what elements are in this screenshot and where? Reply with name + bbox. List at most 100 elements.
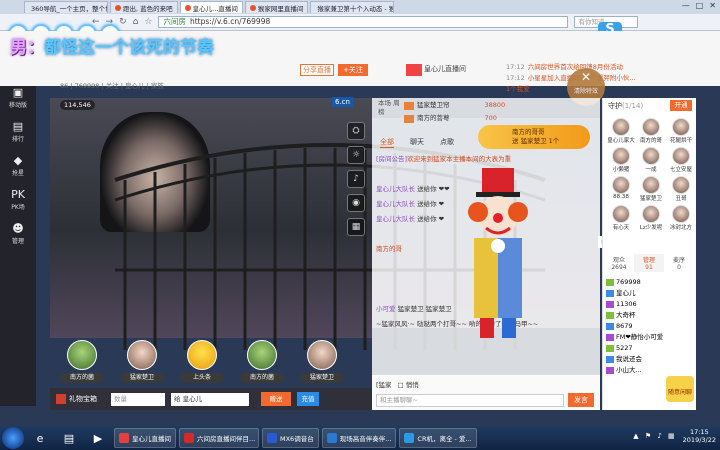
notice-item: 1个我爱 [506, 84, 706, 95]
guard-item[interactable]: 小懒猪 [606, 147, 636, 173]
rank-row[interactable]: 南方的菩萼 700 [404, 112, 544, 125]
guard-item[interactable]: Lz少发呢 [636, 205, 666, 231]
user-row[interactable]: FM❤静怡小可爱 [606, 332, 698, 343]
user-row[interactable]: 大奇杯 [606, 310, 698, 321]
song-lyric-overlay: 男：都怪这一个该死的节奏 [10, 33, 214, 58]
taskbar-app[interactable]: 皇心儿直播间 [114, 428, 176, 448]
user-row[interactable]: 11306 [606, 299, 698, 310]
video-tool-icon[interactable]: ☼ [347, 146, 365, 164]
message-author[interactable]: 小可爱 [376, 305, 396, 313]
user-list: 769998 皇心儿 11306 大奇杯 8679 FM❤静怡小可爱 5227 我说还会 小山大… [606, 277, 698, 376]
guard-item[interactable]: 88.38 [606, 176, 636, 202]
browser-tab[interactable]: 皇心儿...直播间 [179, 1, 243, 13]
maximize-button[interactable]: □ [696, 1, 704, 10]
guard-item[interactable]: 冰封北方 [666, 205, 696, 231]
share-button[interactable]: 分享直播 [300, 64, 334, 76]
browser-tab[interactable]: 猴家网里直播间 [244, 1, 309, 13]
user-row[interactable]: 我说还会 [606, 354, 698, 365]
open-guard-button[interactable]: 开通 [670, 100, 692, 111]
recipient-select[interactable]: 给 皇心儿 [171, 392, 249, 406]
message-author[interactable]: [房间公告] [376, 155, 407, 163]
home-icon[interactable]: ⌂ [133, 17, 139, 27]
chat-entry-button[interactable]: 随意闲聊 [666, 376, 694, 402]
minimize-button[interactable]: — [682, 1, 690, 10]
taskbar-app[interactable]: MX6调音台 [262, 428, 319, 448]
pinned-app-icon[interactable]: e [27, 428, 53, 448]
guard-item[interactable]: 有心天 [606, 205, 636, 231]
audience-tab[interactable]: 管理 91 [634, 254, 664, 272]
send-message-button[interactable]: 发言 [568, 393, 594, 407]
clock[interactable]: 17:15 2019/3/22 [683, 428, 716, 444]
nav-item[interactable]: ▣ 移动版 [0, 86, 36, 114]
close-window-button[interactable]: ✕ [709, 1, 716, 10]
gift-item[interactable]: 上头条 [180, 340, 224, 383]
guard-item[interactable]: 南方的哥 [636, 118, 666, 144]
tab-favicon-icon [249, 4, 256, 11]
user-name: 11306 [616, 300, 637, 308]
taskbar-app[interactable]: CR机，离全 - 爱... [399, 428, 477, 448]
send-gift-button[interactable]: 赠送 [261, 392, 291, 406]
audience-tab[interactable]: 观众 2694 [604, 254, 634, 272]
user-row[interactable]: 5227 [606, 343, 698, 354]
guard-item[interactable]: 七立安屋 [666, 147, 696, 173]
chat-input[interactable]: 和主播聊聊~ [376, 394, 564, 407]
chat-tab[interactable]: 聊天 [410, 137, 424, 148]
chat-tab[interactable]: 全部 [380, 137, 394, 148]
audience-tab[interactable]: 麦序 0 [664, 254, 694, 272]
gift-item[interactable]: 猛家楚卫 [300, 340, 344, 383]
chat-mode-select[interactable]: [猛家 [376, 379, 392, 389]
recharge-button[interactable]: 充值 [297, 392, 319, 406]
video-tool-icon[interactable]: ◉ [347, 194, 365, 212]
taskbar-app[interactable]: 六间房直播间伴目... [179, 428, 259, 448]
taskbar-app[interactable]: 现场高音伴奏伴... [321, 428, 397, 448]
quantity-input[interactable]: 数量 [111, 392, 165, 406]
pinned-app-icon[interactable]: ▤ [56, 428, 82, 448]
start-button[interactable] [2, 427, 24, 449]
message-author[interactable]: 皇心儿大队长 [376, 200, 415, 208]
refresh-icon[interactable]: ↻ [119, 17, 127, 27]
video-player[interactable] [50, 98, 372, 338]
guard-item[interactable]: 猛家楚卫 [636, 176, 666, 202]
gift-item[interactable]: 南方的菌 [240, 340, 284, 383]
star-icon[interactable]: ☆ [144, 17, 152, 27]
user-row[interactable]: 小山大... [606, 365, 698, 376]
video-tool-icon[interactable]: ⛭ [347, 122, 365, 140]
song-prefix: 男： [10, 38, 44, 58]
pinned-app-icon[interactable]: ▶ [85, 428, 111, 448]
rank-tabs[interactable]: 本场 周榜 [378, 99, 402, 117]
guard-name: 有心天 [612, 225, 630, 231]
gift-item[interactable]: 南方的菌 [60, 340, 104, 383]
guard-item[interactable]: 丑哥 [666, 176, 696, 202]
user-row[interactable]: 皇心儿 [606, 288, 698, 299]
user-row[interactable]: 8679 [606, 321, 698, 332]
tab-favicon-icon [115, 4, 121, 11]
message-author[interactable]: 皇心儿大队长 [376, 185, 415, 193]
browser-tab[interactable]: 蹬出, 蓝色的来吧 [110, 1, 178, 13]
guard-item[interactable]: 花腿烘干 [666, 118, 696, 144]
video-tool-icon[interactable]: ▦ [347, 218, 365, 236]
nav-item[interactable]: ▤ 排行 [0, 120, 36, 148]
follow-button[interactable]: +关注 [338, 64, 368, 76]
rank-row[interactable]: 猛家楚卫帘 38800 [404, 99, 544, 112]
tab-label: 蹬出, 蓝色的来吧 [123, 4, 173, 13]
user-row[interactable]: 769998 [606, 277, 698, 288]
gift-chest-button[interactable]: 礼物宝箱 [56, 394, 97, 404]
video-tool-icon[interactable]: ♪ [347, 170, 365, 188]
tray-icons[interactable]: ▲ ⚑ ♪ ▦ [633, 432, 676, 440]
private-checkbox[interactable]: □ 悄悄 [398, 379, 419, 389]
nav-item[interactable]: PK PK场 [0, 188, 36, 216]
chat-tab[interactable]: 点歌 [440, 137, 454, 148]
nav-item[interactable]: ◆ 抢星 [0, 154, 36, 182]
gift-item[interactable]: 猛家楚卫 [120, 340, 164, 383]
guard-item[interactable]: 一成 [636, 147, 666, 173]
url-input[interactable]: 六间房 https://v.6.cn/769998 [158, 16, 569, 28]
gift-banner: 南方的哥哥 送 猛家楚卫 1个 [478, 125, 590, 149]
message-author[interactable]: 皇心儿大队长 [376, 215, 415, 223]
app-icon [267, 433, 277, 443]
browser-tab[interactable]: 猴家兼卫第十个入动态 - 猴家网 [310, 1, 395, 13]
rank-score: 700 [484, 114, 497, 122]
browser-tab[interactable]: 360导航_一个主页，整个世界 [24, 1, 108, 13]
nav-item[interactable]: ☻ 管理 [0, 222, 36, 250]
guard-item[interactable]: 皇心儿家大 [606, 118, 636, 144]
avatar [612, 176, 630, 194]
